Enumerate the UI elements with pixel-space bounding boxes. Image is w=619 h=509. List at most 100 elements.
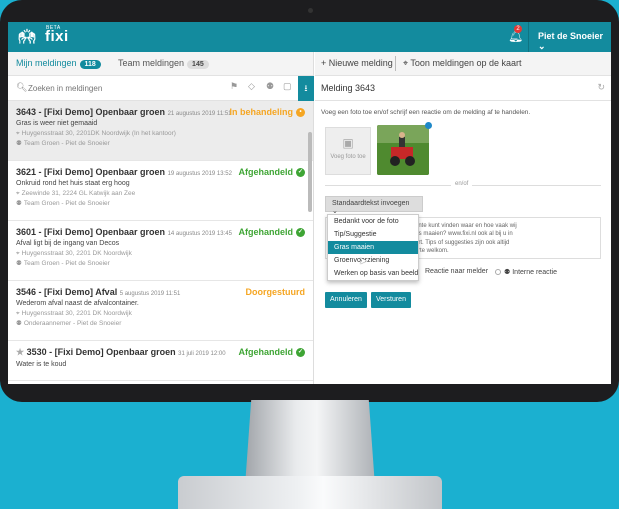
calendar-filter-icon[interactable]: ▢: [283, 81, 292, 92]
new-report-button[interactable]: + Nieuwe melding: [321, 58, 393, 68]
item-description: Gras is weer niet gemaaid: [16, 120, 98, 127]
check-icon: ✓: [296, 168, 305, 178]
location-icon: ⌖: [16, 310, 20, 317]
tab-label: Team meldingen: [118, 58, 185, 68]
search-input[interactable]: [28, 80, 218, 96]
item-team: ⚉ Team Groen - Piet de Snoeier: [16, 260, 110, 267]
plus-icon: +: [321, 58, 327, 68]
webcam: [308, 8, 313, 13]
beta-label: BETA: [46, 25, 61, 31]
count-badge: 118: [79, 60, 101, 69]
reports-list: 3643 - [Fixi Demo] Openbaar groen 21 aug…: [8, 101, 313, 381]
tag-filter-icon[interactable]: ◇: [248, 81, 255, 92]
logo[interactable]: 🙌︎ fixi BETA: [18, 25, 69, 45]
detail-panel: + Nieuwe melding ⌖ Toon meldingen op de …: [315, 52, 611, 384]
list-item[interactable]: 3546 - [Fixi Demo] Afval 5 augustus 2019…: [8, 281, 313, 341]
menu-item[interactable]: Groenvoorziening: [328, 254, 418, 267]
team-icon: ⚉: [16, 200, 22, 207]
item-description: Onkruid rond het huis staat erg hoog: [16, 180, 130, 187]
status-badge: Afgehandeld ✓: [238, 227, 305, 238]
location-icon: ⌖: [16, 250, 20, 257]
add-photo-button[interactable]: ▣ Voeg foto toe: [325, 127, 371, 175]
lock-icon: ★: [16, 347, 25, 357]
status-badge: Afgehandeld ✓: [238, 167, 305, 178]
status-badge: In behandeling •: [229, 107, 305, 118]
list-item[interactable]: 3601 - [Fixi Demo] Openbaar groen 14 aug…: [8, 221, 313, 281]
scrollbar[interactable]: [308, 132, 312, 212]
item-date: 5 augustus 2019 11:51: [119, 291, 181, 297]
standard-text-menu: Bedankt voor de foto Tip/Suggestie Gras …: [327, 214, 419, 281]
divider: [528, 22, 529, 52]
item-description: Water is te koud: [16, 361, 67, 368]
item-team: ⚉ Team Groen - Piet de Snoeier: [16, 140, 110, 147]
tab-label: Mijn meldingen: [16, 58, 77, 68]
team-icon: ⚉: [16, 140, 22, 147]
item-team: ⚉ Onderaannemer - Piet de Snoeier: [16, 320, 122, 327]
divider: [395, 56, 396, 71]
team-icon: ⚉: [16, 320, 22, 327]
standard-text-dropdown[interactable]: Standaardtekst invoegen ⌄: [325, 196, 423, 215]
item-address: ⌖ Zeewinde 31, 2224 GL Katwijk aan Zee: [16, 190, 136, 197]
attached-photo[interactable]: [377, 125, 429, 175]
detail-title: Melding 3643: [321, 83, 376, 93]
list-item[interactable]: ★ 3530 - [Fixi Demo] Openbaar groen 31 j…: [8, 341, 313, 381]
radio-public[interactable]: Reactie naar melder: [425, 268, 488, 275]
radio-internal[interactable]: ⚉ Interne reactie: [495, 268, 557, 276]
map-pin-icon: ⌖: [403, 58, 409, 68]
notification-badge: 2: [514, 25, 522, 33]
item-address: ⌖ Huygensstraat 30, 2201 DK Noordwijk: [16, 310, 132, 317]
menu-item[interactable]: Bedankt voor de foto: [328, 215, 418, 228]
monitor-stand: [245, 400, 375, 478]
sort-button[interactable]: ⭳: [298, 76, 314, 101]
team-icon: ⚉: [16, 260, 22, 267]
top-bar: 🙌︎ fixi BETA 🔔︎ 2 Piet de Snoeier ⌄: [8, 22, 611, 52]
user-filter-icon[interactable]: ⚉: [266, 81, 274, 92]
hint-text: Voeg een foto toe en/of schrijf een reac…: [321, 109, 531, 116]
location-icon: ⌖: [16, 130, 20, 137]
action-bar: + Nieuwe melding ⌖ Toon meldingen op de …: [315, 52, 611, 76]
tab-team-meldingen[interactable]: Team meldingen 145: [118, 58, 209, 69]
item-date: 14 augustus 2019 13:45: [167, 231, 232, 237]
app-screen: 🙌︎ fixi BETA 🔔︎ 2 Piet de Snoeier ⌄ Mijn…: [8, 22, 611, 384]
count-badge: 145: [187, 60, 209, 69]
history-icon[interactable]: ↻: [597, 82, 605, 93]
item-date: 19 augustus 2019 13:52: [167, 171, 232, 177]
item-description: Wederom afval naast de afvalcontainer.: [16, 300, 139, 307]
item-date: 21 augustus 2019 11:51: [167, 111, 232, 117]
people-icon: ⚉: [504, 269, 511, 276]
menu-item[interactable]: Werken op basis van beeld: [328, 267, 418, 280]
menu-item-selected[interactable]: Gras maaien: [328, 241, 418, 254]
tab-mijn-meldingen[interactable]: Mijn meldingen 118: [16, 58, 101, 69]
radio-circle: [495, 269, 501, 276]
or-label: en/of: [451, 181, 473, 187]
status-badge: Doorgestuurd: [245, 287, 306, 297]
remove-photo-icon[interactable]: [425, 122, 432, 129]
show-map-button[interactable]: ⌖ Toon meldingen op de kaart: [403, 58, 522, 69]
user-menu[interactable]: Piet de Snoeier ⌄: [538, 31, 611, 52]
lawnmower-photo: [377, 125, 429, 175]
fixi-logo-icon: 🙌︎: [18, 28, 37, 44]
mouse-cursor-icon: ➤: [359, 256, 368, 267]
search-icon: 🔍︎: [16, 82, 28, 92]
check-icon: ✓: [296, 228, 305, 238]
item-description: Afval ligt bij de ingang van Decos: [16, 240, 120, 247]
check-icon: ✓: [296, 348, 305, 358]
menu-item[interactable]: Tip/Suggestie: [328, 228, 418, 241]
search-row: 🔍︎ ⚑ ◇ ⚉ ▢ ⭳: [8, 76, 314, 101]
status-badge: Afgehandeld ✓: [238, 347, 305, 358]
cancel-button[interactable]: Annuleren: [325, 292, 367, 308]
location-icon: ⌖: [16, 190, 20, 197]
send-button[interactable]: Versturen: [371, 292, 411, 308]
item-address: ⌖ Huygensstraat 30, 2201DK Noordwijk (In …: [16, 130, 176, 137]
flag-filter-icon[interactable]: ⚑: [230, 81, 238, 92]
detail-header: Melding 3643 ↻: [315, 76, 611, 101]
in-progress-icon: •: [296, 108, 305, 118]
notification-bell-icon[interactable]: 🔔︎ 2: [508, 25, 523, 43]
list-item[interactable]: 3621 - [Fixi Demo] Openbaar groen 19 aug…: [8, 161, 313, 221]
item-address: ⌖ Huygensstraat 30, 2201 DK Noordwijk: [16, 250, 132, 257]
monitor-frame: 🙌︎ fixi BETA 🔔︎ 2 Piet de Snoeier ⌄ Mijn…: [0, 0, 619, 402]
tabs-row: Mijn meldingen 118 Team meldingen 145: [8, 52, 313, 76]
reports-panel: Mijn meldingen118 Team meldingen145 🔍︎ ⚑…: [8, 52, 314, 384]
item-team: ⚉ Team Groen - Piet de Snoeier: [16, 200, 110, 207]
list-item[interactable]: 3643 - [Fixi Demo] Openbaar groen 21 aug…: [8, 101, 313, 161]
